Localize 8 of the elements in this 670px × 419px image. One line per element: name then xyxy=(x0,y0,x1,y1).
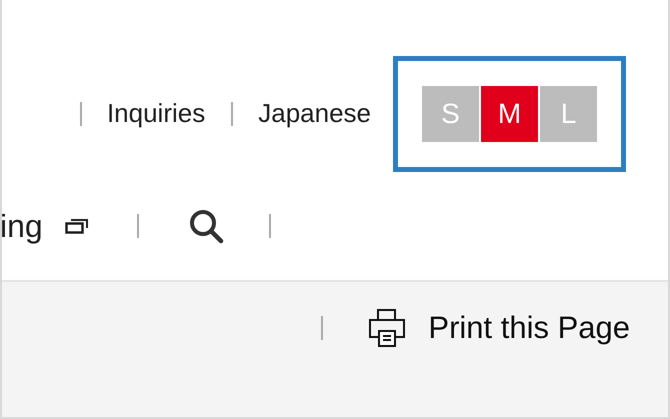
header-link[interactable]: Japanese xyxy=(258,98,371,129)
print-link[interactable]: Print this Page xyxy=(368,308,630,348)
search-icon[interactable] xyxy=(188,208,224,244)
font-size-button[interactable]: M xyxy=(481,86,538,142)
nav-link[interactable]: ing xyxy=(2,208,43,244)
new-window-icon xyxy=(64,217,89,235)
header-link[interactable]: Inquiries xyxy=(106,98,206,129)
printer-icon xyxy=(368,308,406,348)
